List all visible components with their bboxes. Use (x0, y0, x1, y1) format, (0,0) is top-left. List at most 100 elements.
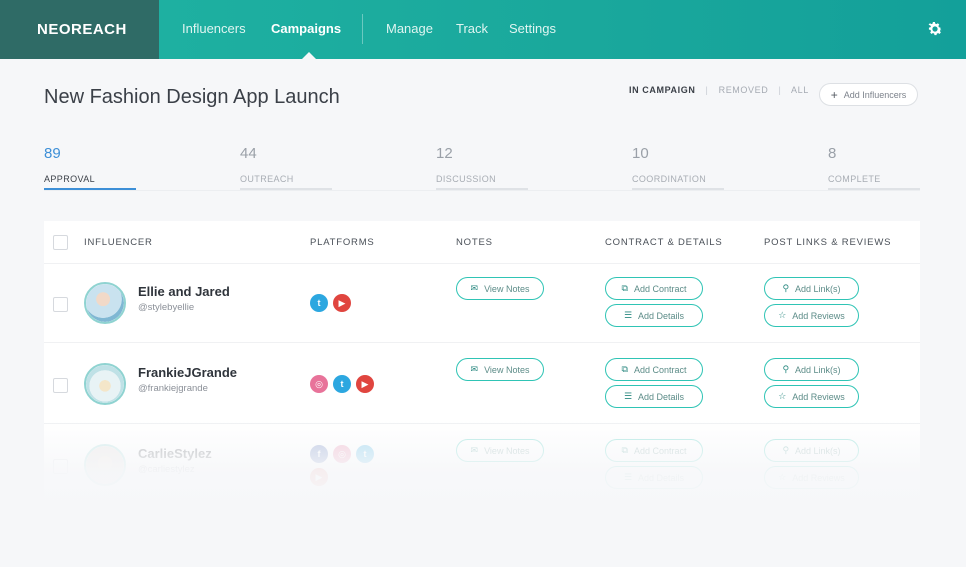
star-icon: ☆ (778, 391, 787, 402)
button-label: Add Reviews (792, 391, 845, 402)
tab-approval[interactable]: 89 APPROVAL (44, 145, 136, 190)
youtube-icon: ▶ (333, 294, 351, 312)
influencer-name[interactable]: FrankieJGrande (138, 365, 237, 380)
button-label: Add Details (638, 472, 685, 483)
stage-count: 89 (44, 145, 61, 162)
envelope-icon: ✉ (470, 283, 479, 294)
filter-separator: | (705, 85, 709, 95)
avatar[interactable] (84, 282, 126, 324)
add-links-button[interactable]: ⚲ Add Link(s) (764, 439, 859, 462)
twitter-icon: t (333, 375, 351, 393)
list-icon: ☰ (623, 310, 633, 321)
document-icon: ⧉ (621, 364, 628, 375)
stage-underline (632, 188, 724, 190)
nav-item-settings[interactable]: Settings (509, 21, 556, 36)
influencer-name[interactable]: CarlieStylez (138, 446, 212, 461)
stage-label: DISCUSSION (436, 174, 497, 184)
document-icon: ⧉ (621, 283, 628, 294)
link-icon: ⚲ (782, 283, 790, 294)
stage-tabs-baseline (44, 190, 920, 191)
column-header-posts: POST LINKS & REVIEWS (764, 237, 892, 248)
influencer-handle: @frankiejgrande (138, 383, 208, 394)
list-icon: ☰ (623, 391, 633, 402)
button-label: View Notes (484, 445, 530, 456)
page-title: New Fashion Design App Launch (44, 86, 340, 108)
add-details-button[interactable]: ☰ Add Details (605, 385, 703, 408)
star-icon: ☆ (778, 310, 787, 321)
select-all-checkbox[interactable] (53, 235, 68, 250)
facebook-icon: f (310, 445, 328, 463)
column-header-platforms: PLATFORMS (310, 237, 375, 248)
add-contract-button[interactable]: ⧉ Add Contract (605, 358, 703, 381)
add-influencers-button[interactable]: + Add Influencers (819, 83, 918, 106)
tab-coordination[interactable]: 10 COORDINATION (632, 145, 724, 190)
stage-label: COMPLETE (828, 174, 881, 184)
row-checkbox[interactable] (53, 378, 68, 393)
view-notes-button[interactable]: ✉ View Notes (456, 277, 544, 300)
twitter-icon: t (310, 294, 328, 312)
stage-count: 44 (240, 145, 257, 162)
top-navigation-bar: NEOREACH Influencers Campaigns Manage Tr… (0, 0, 966, 59)
nav-item-influencers[interactable]: Influencers (182, 21, 246, 36)
filter-in-campaign[interactable]: IN CAMPAIGN (629, 85, 695, 95)
instagram-icon: ◎ (333, 445, 351, 463)
add-details-button[interactable]: ☰ Add Details (605, 304, 703, 327)
view-notes-button[interactable]: ✉ View Notes (456, 358, 544, 381)
instagram-icon: ◎ (310, 375, 328, 393)
tab-discussion[interactable]: 12 DISCUSSION (436, 145, 528, 190)
button-label: View Notes (484, 283, 530, 294)
add-reviews-button[interactable]: ☆ Add Reviews (764, 385, 859, 408)
influencer-handle: @carliestylez (138, 464, 195, 475)
status-filter: IN CAMPAIGN | REMOVED | ALL (629, 85, 809, 95)
stage-underline (436, 188, 528, 190)
avatar[interactable] (84, 444, 126, 486)
row-checkbox[interactable] (53, 459, 68, 474)
influencer-table: INFLUENCER PLATFORMS NOTES CONTRACT & DE… (44, 221, 920, 521)
gear-icon[interactable] (926, 20, 944, 38)
add-contract-button[interactable]: ⧉ Add Contract (605, 277, 703, 300)
stage-count: 10 (632, 145, 649, 162)
youtube-icon: ▶ (356, 375, 374, 393)
button-label: Add Reviews (792, 472, 845, 483)
avatar[interactable] (84, 363, 126, 405)
row-divider (44, 423, 920, 424)
button-label: Add Link(s) (795, 445, 841, 456)
nav-item-campaigns[interactable]: Campaigns (271, 21, 341, 36)
filter-all[interactable]: ALL (791, 85, 809, 95)
stage-label: COORDINATION (632, 174, 707, 184)
stage-count: 8 (828, 145, 837, 162)
influencer-name[interactable]: Ellie and Jared (138, 284, 230, 299)
tab-complete[interactable]: 8 COMPLETE (828, 145, 920, 190)
add-contract-button[interactable]: ⧉ Add Contract (605, 439, 703, 462)
nav-item-manage[interactable]: Manage (386, 21, 433, 36)
brand-logo[interactable]: NEOREACH (37, 21, 127, 38)
button-label: Add Details (638, 391, 685, 402)
add-influencers-label: Add Influencers (843, 89, 907, 100)
view-notes-button[interactable]: ✉ View Notes (456, 439, 544, 462)
stage-underline (828, 188, 920, 190)
add-reviews-button[interactable]: ☆ Add Reviews (764, 304, 859, 327)
row-divider (44, 342, 920, 343)
filter-removed[interactable]: REMOVED (719, 85, 769, 95)
star-icon: ☆ (778, 472, 787, 483)
button-label: Add Link(s) (795, 364, 841, 375)
nav-item-track[interactable]: Track (456, 21, 488, 36)
logo-container: NEOREACH (0, 0, 159, 59)
add-links-button[interactable]: ⚲ Add Link(s) (764, 277, 859, 300)
tab-outreach[interactable]: 44 OUTREACH (240, 145, 332, 190)
filter-separator: | (778, 85, 782, 95)
stage-underline (240, 188, 332, 190)
column-header-notes: NOTES (456, 237, 493, 248)
envelope-icon: ✉ (470, 364, 479, 375)
nav-divider (362, 14, 363, 44)
button-label: Add Contract (633, 364, 687, 375)
button-label: Add Contract (633, 283, 687, 294)
row-checkbox[interactable] (53, 297, 68, 312)
active-nav-caret (302, 52, 316, 59)
button-label: View Notes (484, 364, 530, 375)
add-links-button[interactable]: ⚲ Add Link(s) (764, 358, 859, 381)
add-reviews-button[interactable]: ☆ Add Reviews (764, 466, 859, 489)
button-label: Add Link(s) (795, 283, 841, 294)
add-details-button[interactable]: ☰ Add Details (605, 466, 703, 489)
stage-label: APPROVAL (44, 174, 96, 184)
